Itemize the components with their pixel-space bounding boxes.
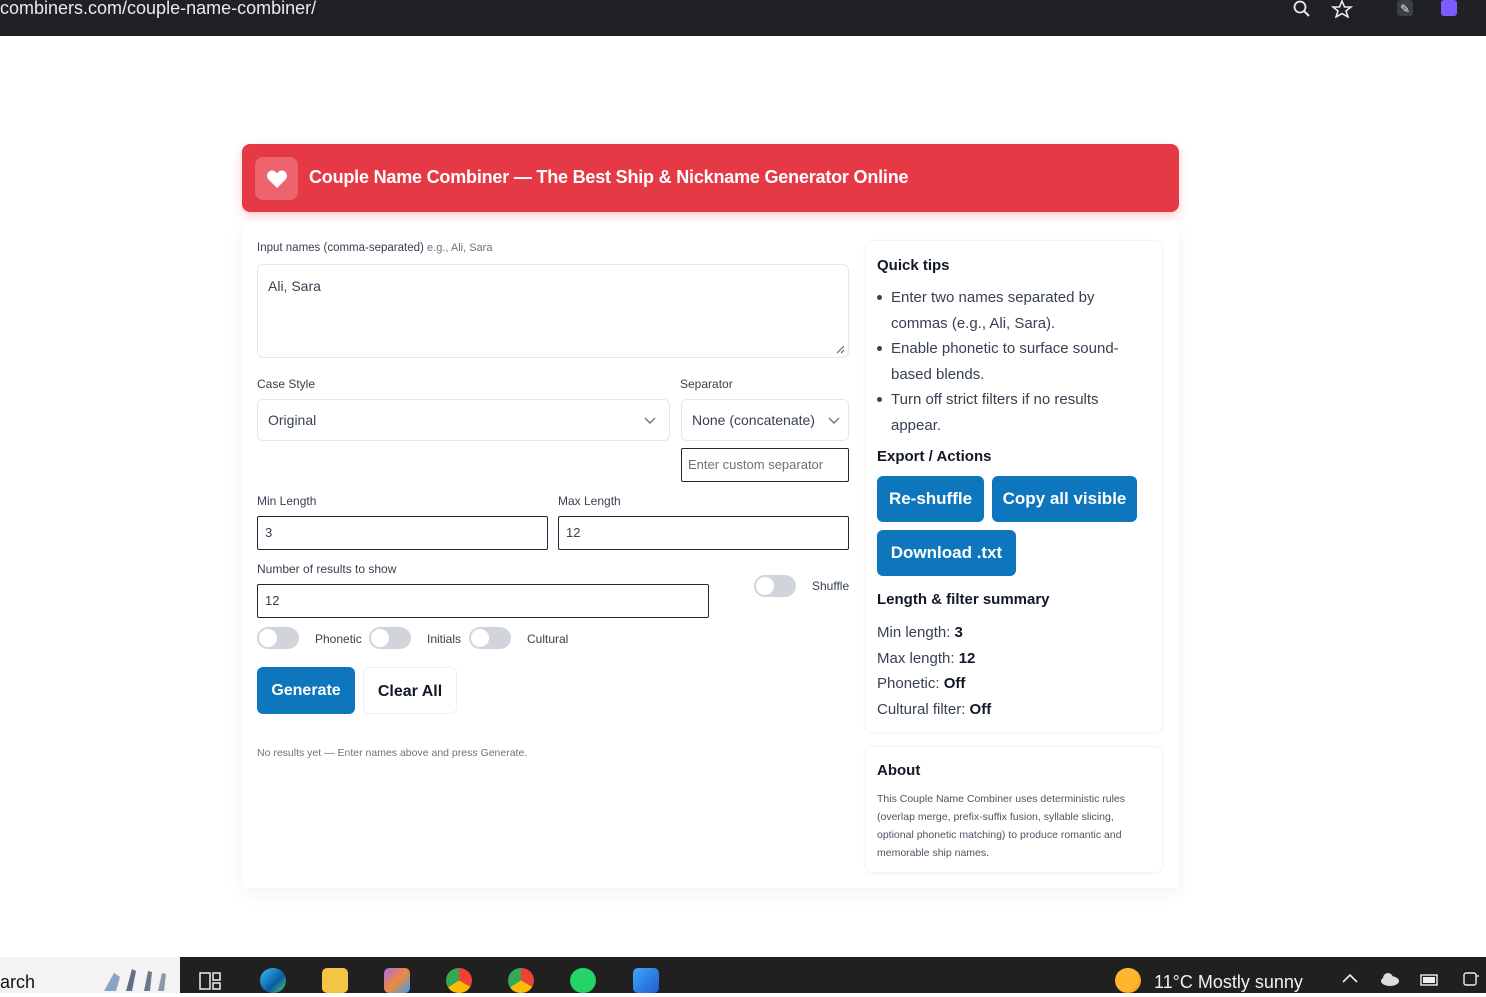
- weather-sun-icon[interactable]: [1115, 968, 1141, 993]
- tip-item: Enable phonetic to surface sound-based b…: [877, 336, 1147, 387]
- custom-separator-input[interactable]: Enter custom separator: [681, 448, 849, 482]
- extension-icon[interactable]: ✎: [1397, 0, 1413, 16]
- initials-label: Initials: [427, 632, 462, 646]
- search-highlight-icon: [104, 969, 166, 991]
- page-header: Couple Name Combiner — The Best Ship & N…: [242, 144, 1179, 212]
- min-length-label: Min Length: [257, 494, 317, 508]
- separator-select[interactable]: None (concatenate): [681, 399, 849, 441]
- copilot-icon[interactable]: [384, 968, 410, 993]
- tip-item: Enter two names separated by commas (e.g…: [877, 285, 1147, 336]
- weather-text[interactable]: 11°C Mostly sunny: [1154, 972, 1303, 993]
- phonetic-toggle[interactable]: [257, 627, 299, 649]
- task-view-icon[interactable]: [198, 970, 224, 995]
- chevron-down-icon: [644, 417, 656, 424]
- summary-phonetic: Phonetic: Off: [877, 675, 966, 692]
- cultural-toggle[interactable]: [469, 627, 511, 649]
- status-text: No results yet — Enter names above and p…: [257, 747, 528, 759]
- max-length-label: Max Length: [558, 494, 621, 508]
- chrome-profile-icon[interactable]: [508, 968, 534, 993]
- chevron-up-icon[interactable]: [1341, 969, 1359, 992]
- summary-cultural: Cultural filter: Off: [877, 701, 992, 718]
- whatsapp-icon[interactable]: [570, 968, 596, 993]
- shuffle-toggle[interactable]: [754, 575, 796, 597]
- download-txt-button[interactable]: Download .txt: [877, 530, 1016, 576]
- battery-icon[interactable]: [1419, 971, 1441, 992]
- shuffle-label: Shuffle: [812, 579, 850, 593]
- file-explorer-icon[interactable]: [322, 968, 348, 993]
- generate-button[interactable]: Generate: [257, 667, 355, 714]
- address-bar[interactable]: combiners.com/couple-name-combiner/: [0, 0, 316, 19]
- case-style-value: Original: [268, 412, 317, 428]
- page-title: Couple Name Combiner — The Best Ship & N…: [309, 167, 909, 187]
- case-style-label: Case Style: [257, 377, 316, 391]
- network-icon[interactable]: [1461, 970, 1481, 993]
- photos-app-icon[interactable]: [633, 968, 659, 993]
- chrome-icon[interactable]: [446, 968, 472, 993]
- copy-all-button[interactable]: Copy all visible: [992, 476, 1137, 522]
- quick-tips-title: Quick tips: [877, 257, 950, 274]
- browser-toolbar: combiners.com/couple-name-combiner/ ✎: [0, 0, 1486, 36]
- names-textarea-value: Ali, Sara: [268, 278, 321, 294]
- clear-all-button[interactable]: Clear All: [363, 667, 457, 714]
- separator-value: None (concatenate): [692, 412, 815, 428]
- num-results-input[interactable]: 12: [257, 584, 709, 618]
- names-input-label: Input names (comma-separated) e.g., Ali,…: [257, 242, 493, 254]
- onedrive-cloud-icon[interactable]: [1379, 971, 1401, 992]
- zoom-icon[interactable]: [1291, 0, 1313, 20]
- names-input-hint: e.g., Ali, Sara: [427, 242, 493, 254]
- profile-extension-icon[interactable]: [1441, 0, 1457, 16]
- chevron-down-icon: [828, 417, 840, 424]
- actions-title: Export / Actions: [877, 448, 992, 465]
- edge-browser-icon[interactable]: [260, 968, 286, 993]
- tip-item: Turn off strict filters if no results ap…: [877, 387, 1147, 438]
- windows-taskbar: arch 11°C Mostly sunny: [0, 957, 1486, 993]
- taskbar-search[interactable]: arch: [0, 957, 180, 993]
- about-text: This Couple Name Combiner uses determini…: [877, 793, 1126, 859]
- svg-text:✎: ✎: [1400, 2, 1410, 16]
- heart-logo-icon: [255, 157, 298, 200]
- max-length-input[interactable]: 12: [558, 516, 849, 550]
- phonetic-label: Phonetic: [315, 632, 362, 646]
- case-style-select[interactable]: Original: [257, 399, 670, 441]
- separator-label: Separator: [680, 377, 733, 391]
- cultural-label: Cultural: [527, 632, 569, 646]
- resize-handle-icon[interactable]: [836, 345, 845, 354]
- num-results-label: Number of results to show: [257, 562, 397, 576]
- summary-max: Max length: 12: [877, 650, 976, 667]
- names-textarea[interactable]: Ali, Sara: [257, 264, 849, 358]
- bookmark-star-icon[interactable]: [1330, 0, 1354, 20]
- summary-title: Length & filter summary: [877, 591, 1050, 608]
- reshuffle-button[interactable]: Re-shuffle: [877, 476, 984, 522]
- about-title: About: [877, 762, 921, 779]
- tips-list: Enter two names separated by commas (e.g…: [877, 285, 1147, 438]
- summary-min: Min length: 3: [877, 624, 963, 641]
- min-length-input[interactable]: 3: [257, 516, 548, 550]
- initials-toggle[interactable]: [369, 627, 411, 649]
